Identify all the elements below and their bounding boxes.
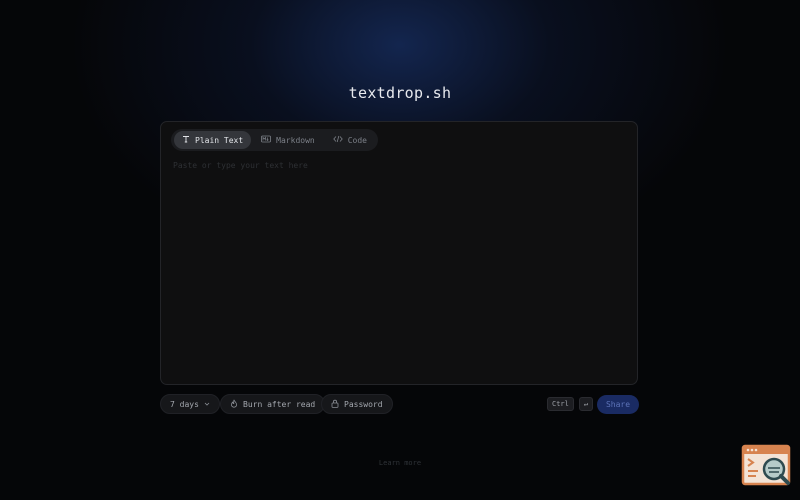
share-button[interactable]: Share: [597, 395, 639, 414]
password-toggle[interactable]: Password: [321, 394, 393, 414]
tab-code[interactable]: Code: [325, 131, 375, 149]
expiry-select[interactable]: 7 days: [160, 394, 220, 414]
markdown-icon: [261, 135, 272, 145]
terminal-search-icon[interactable]: [741, 444, 793, 490]
tab-label: Plain Text: [195, 135, 244, 145]
text-input-area[interactable]: Paste or type your text here: [173, 161, 308, 170]
app-title: textdrop.sh: [348, 84, 452, 102]
code-brackets-icon: [332, 135, 343, 145]
burn-label: Burn after read: [243, 399, 316, 409]
tab-label: Code: [347, 135, 367, 145]
enter-key-hint: ↵: [579, 397, 593, 411]
burn-after-read-toggle[interactable]: Burn after read: [220, 394, 326, 414]
tab-label: Markdown: [276, 135, 315, 145]
ctrl-key-hint: Ctrl: [547, 397, 574, 411]
tab-markdown[interactable]: Markdown: [253, 131, 323, 149]
text-type-icon: [182, 135, 190, 145]
password-label: Password: [344, 399, 383, 409]
flame-icon: [230, 399, 238, 410]
editor-panel: Plain Text Markdown Code Paste or type y…: [160, 121, 638, 385]
lock-icon: [331, 399, 339, 410]
format-tabs: Plain Text Markdown Code: [171, 129, 378, 151]
tab-plain-text[interactable]: Plain Text: [174, 131, 252, 149]
chevron-down-icon: [204, 400, 210, 409]
learn-more-link[interactable]: Learn more: [0, 459, 800, 467]
expiry-label: 7 days: [170, 399, 199, 409]
